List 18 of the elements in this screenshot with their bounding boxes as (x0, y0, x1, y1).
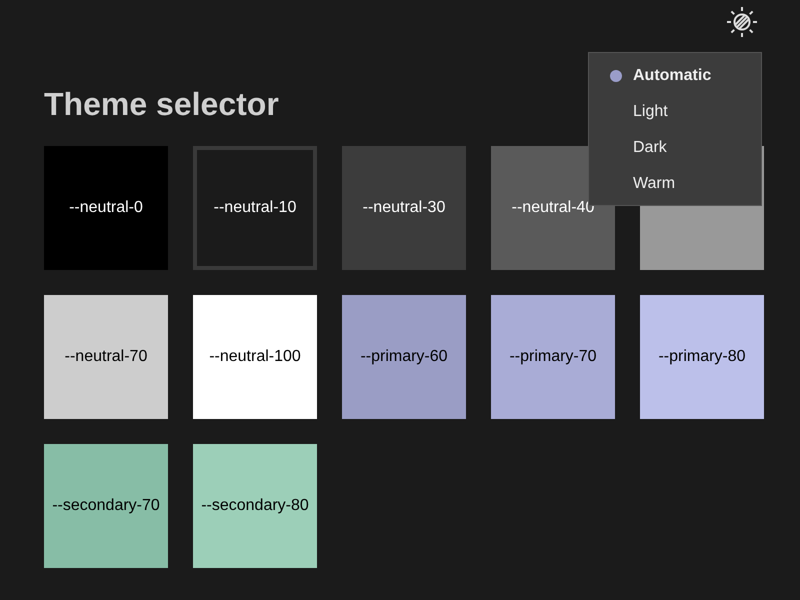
swatch-label: --secondary-80 (201, 497, 309, 515)
theme-option[interactable]: Automatic (589, 58, 761, 94)
swatch-label: --secondary-70 (52, 497, 160, 515)
theme-option[interactable]: Dark (589, 130, 761, 166)
swatch-label: --primary-60 (360, 348, 448, 366)
swatch-label: --neutral-100 (209, 348, 301, 366)
page-title: Theme selector (44, 85, 279, 124)
swatch-label: --primary-70 (509, 348, 597, 366)
swatch-label: --primary-80 (658, 348, 746, 366)
swatch-label: --neutral-0 (69, 199, 143, 217)
swatch-label: --neutral-30 (362, 199, 446, 217)
theme-toggle-icon[interactable] (726, 6, 758, 38)
swatch-label: --neutral-10 (214, 199, 296, 217)
selected-dot-icon (610, 70, 622, 82)
swatch-label: --neutral-40 (512, 199, 594, 217)
theme-option[interactable]: Light (589, 94, 761, 130)
theme-option[interactable]: Warm (589, 166, 761, 202)
swatch-label: --neutral-70 (64, 348, 148, 366)
